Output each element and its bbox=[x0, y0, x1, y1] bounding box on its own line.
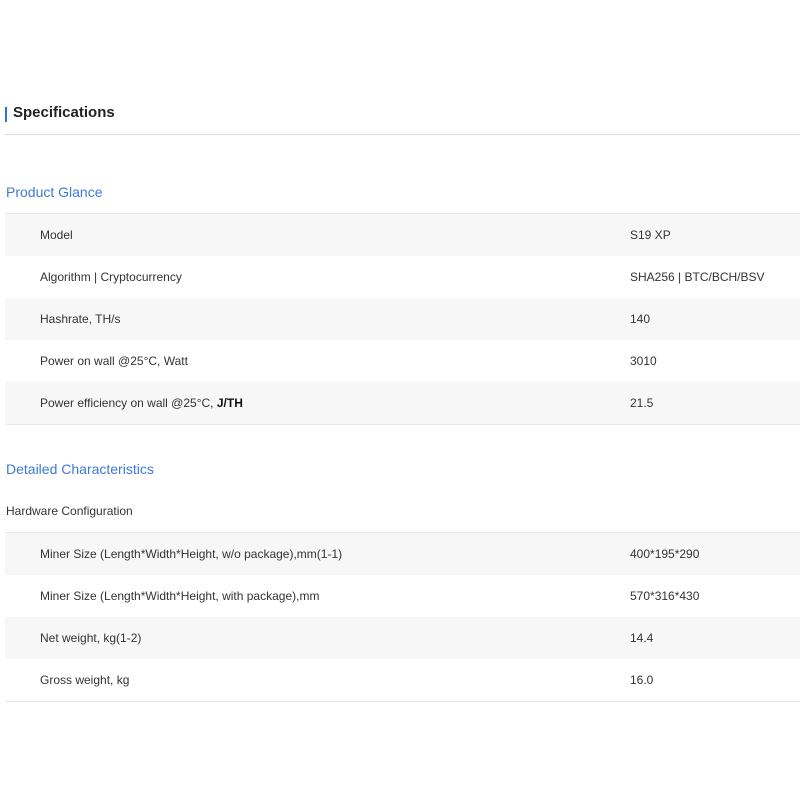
spec-label: Net weight, kg(1-2) bbox=[40, 631, 142, 645]
product-glance-table: Model S19 XP Algorithm | Cryptocurrency … bbox=[5, 213, 800, 425]
spec-label-text: Power efficiency on wall @25°C, bbox=[40, 396, 214, 410]
spec-value: S19 XP bbox=[630, 228, 671, 242]
table-row: Miner Size (Length*Width*Height, with pa… bbox=[5, 575, 800, 617]
spec-value: 400*195*290 bbox=[630, 547, 700, 561]
spec-label: Algorithm | Cryptocurrency bbox=[40, 270, 182, 284]
table-row: Algorithm | Cryptocurrency SHA256 | BTC/… bbox=[5, 256, 800, 298]
table-row: Miner Size (Length*Width*Height, w/o pac… bbox=[5, 533, 800, 575]
table-row: Hashrate, TH/s 140 bbox=[5, 298, 800, 340]
spec-label: Miner Size (Length*Width*Height, with pa… bbox=[40, 589, 320, 603]
spec-value: 21.5 bbox=[630, 396, 654, 410]
spec-value: 14.4 bbox=[630, 631, 654, 645]
header-accent-bar bbox=[5, 107, 7, 122]
table-row: Power efficiency on wall @25°C, J/TH 21.… bbox=[5, 382, 800, 424]
detailed-characteristics-title: Detailed Characteristics bbox=[6, 461, 154, 477]
hardware-configuration-title: Hardware Configuration bbox=[6, 504, 133, 518]
spec-label: Power on wall @25°C, Watt bbox=[40, 354, 188, 368]
spec-value: 16.0 bbox=[630, 673, 654, 687]
spec-label-unit: J/TH bbox=[216, 396, 243, 410]
page-title: Specifications bbox=[13, 104, 115, 121]
spec-value: 3010 bbox=[630, 354, 657, 368]
spec-value: SHA256 | BTC/BCH/BSV bbox=[630, 270, 765, 284]
spec-label: Gross weight, kg bbox=[40, 673, 130, 687]
product-glance-title: Product Glance bbox=[6, 184, 103, 200]
table-row: Power on wall @25°C, Watt 3010 bbox=[5, 340, 800, 382]
spec-label: Model bbox=[40, 228, 73, 242]
hardware-configuration-table: Miner Size (Length*Width*Height, w/o pac… bbox=[5, 532, 800, 702]
table-row: Net weight, kg(1-2) 14.4 bbox=[5, 617, 800, 659]
spec-label: Hashrate, TH/s bbox=[40, 312, 121, 326]
spec-value: 140 bbox=[630, 312, 651, 326]
table-row: Gross weight, kg 16.0 bbox=[5, 659, 800, 701]
spec-label: Power efficiency on wall @25°C, J/TH bbox=[40, 382, 243, 424]
page-header: Specifications bbox=[5, 102, 800, 135]
spec-label: Miner Size (Length*Width*Height, w/o pac… bbox=[40, 547, 343, 561]
table-row: Model S19 XP bbox=[5, 214, 800, 256]
spec-value: 570*316*430 bbox=[630, 589, 700, 603]
